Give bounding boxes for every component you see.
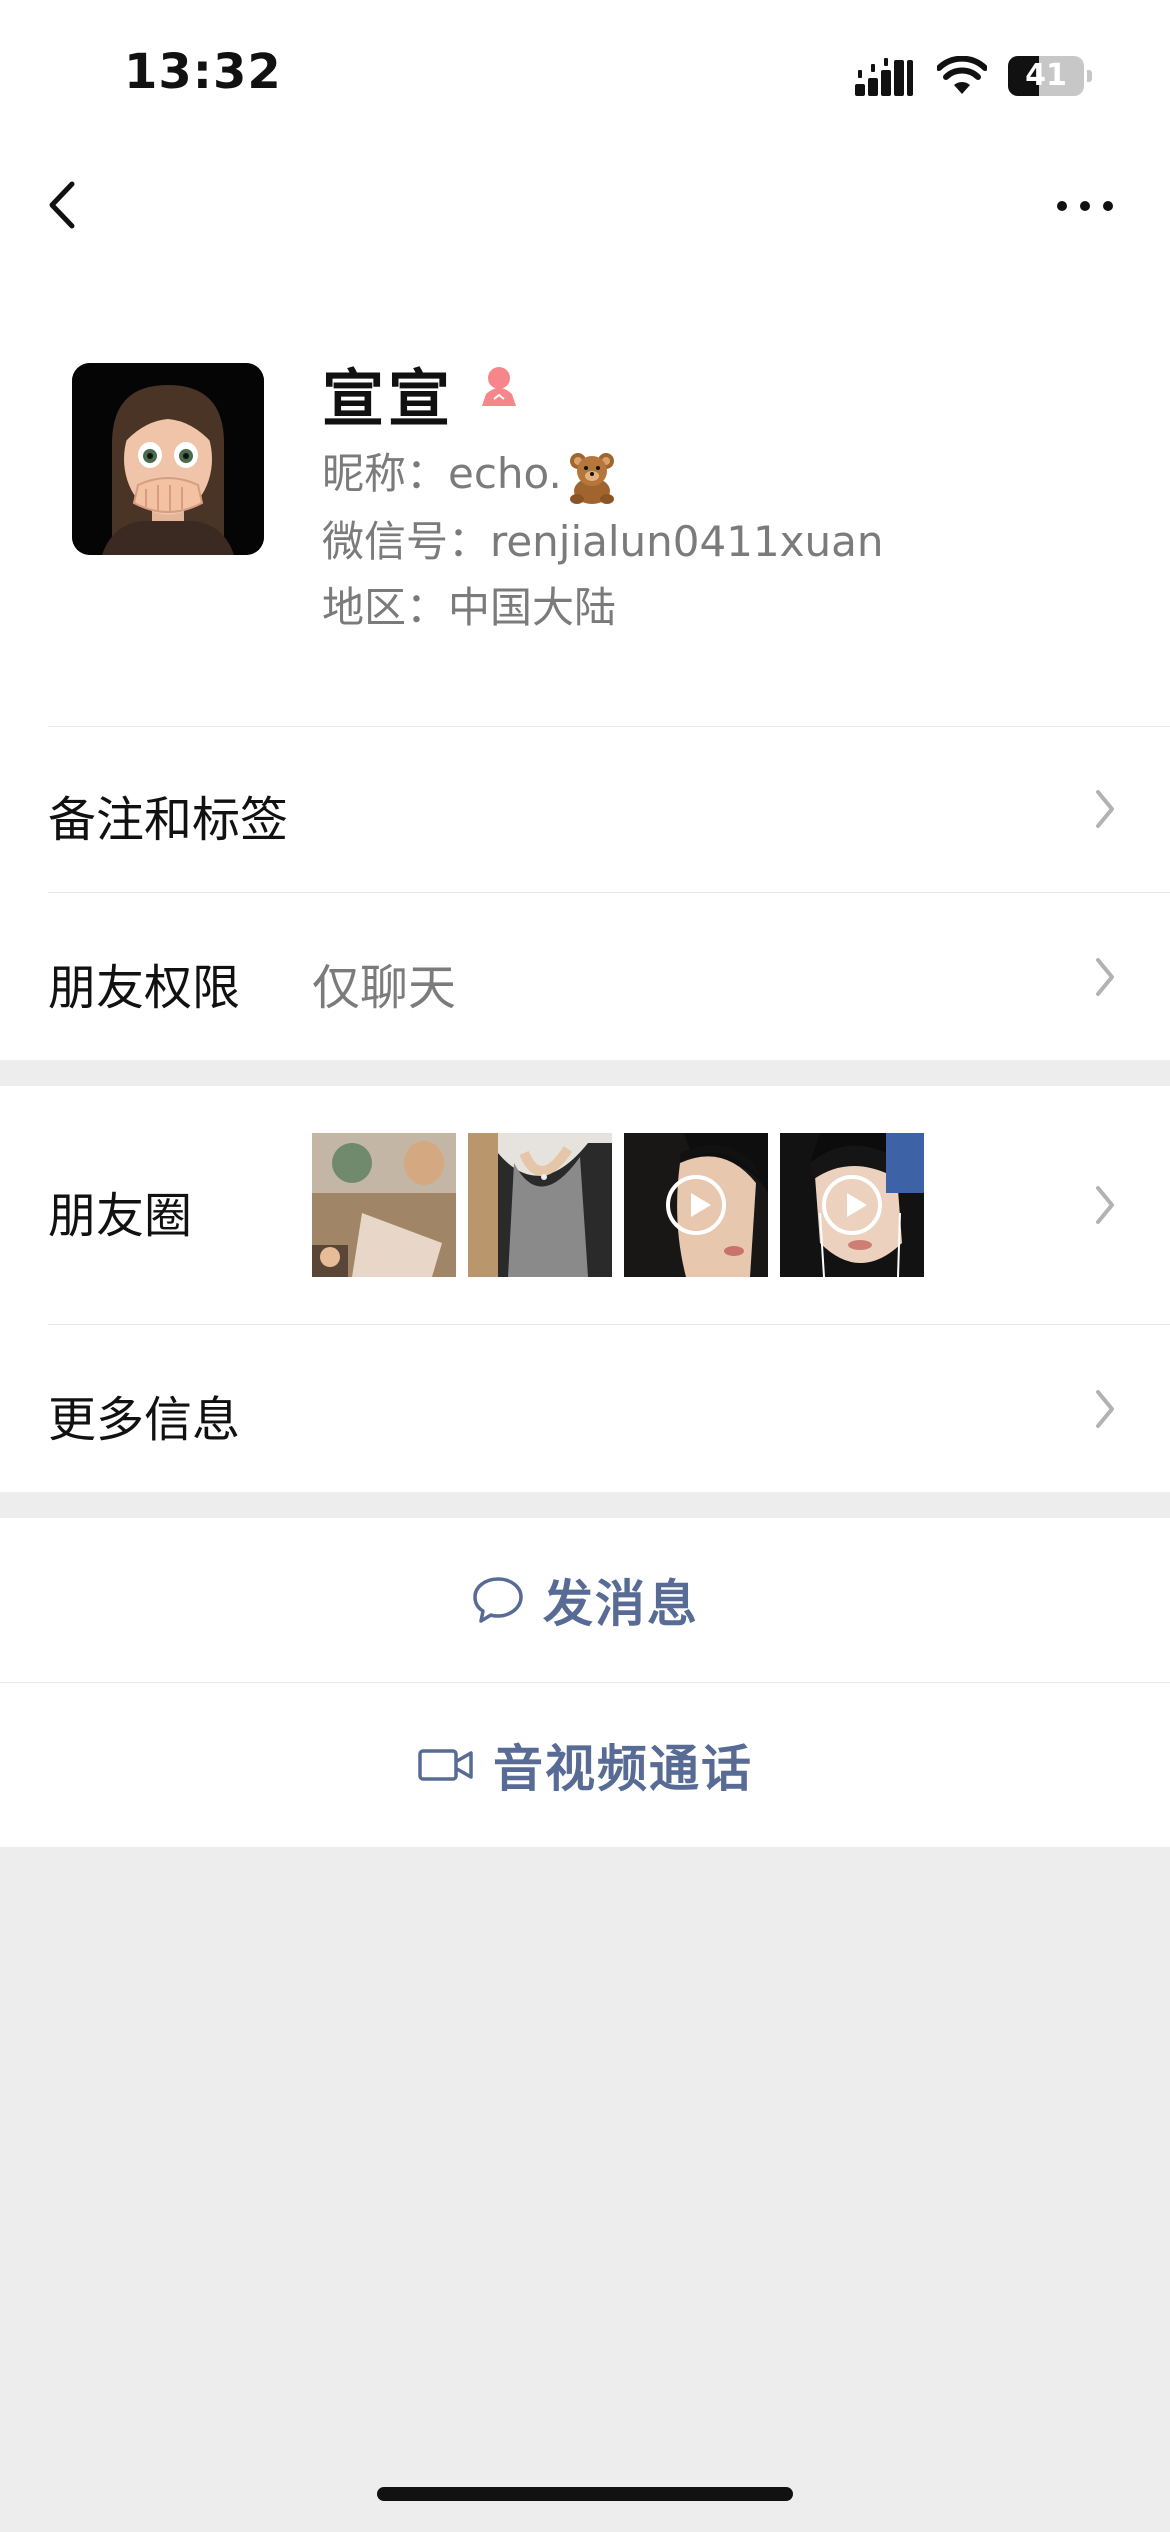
moments-video-thumbnail[interactable] [624, 1133, 768, 1277]
divider [48, 892, 1170, 893]
send-message-button[interactable]: 发消息 [0, 1518, 1170, 1682]
profile-region: 地区：中国大陆 [322, 583, 617, 632]
cellular-signal-icon [855, 58, 913, 96]
moments-thumbnail[interactable] [468, 1133, 612, 1277]
teddy-bear-icon [569, 452, 614, 504]
divider [48, 1324, 1170, 1325]
home-indicator[interactable] [377, 2487, 793, 2501]
video-call-button[interactable]: 音视频通话 [0, 1683, 1170, 1847]
chevron-right-icon [1096, 790, 1114, 828]
moments-thumbnail[interactable] [312, 1133, 456, 1277]
memoji-avatar-image [72, 363, 264, 555]
profile-wechat-id: 微信号：renjialun0411xuan [322, 517, 884, 566]
divider [48, 726, 1170, 727]
profile-name: 宣宣 [322, 362, 455, 435]
chevron-right-icon [1096, 1390, 1114, 1428]
status-time: 13:32 [124, 44, 282, 100]
row-friend-permission[interactable]: 朋友权限 [48, 948, 240, 1018]
row-moments[interactable]: 朋友圈 [48, 1176, 192, 1246]
moments-video-thumbnail[interactable] [780, 1133, 924, 1277]
female-icon [482, 367, 516, 406]
chat-bubble-icon [473, 1577, 523, 1623]
play-icon [822, 1175, 882, 1235]
chevron-right-icon [1096, 1186, 1114, 1224]
more-options-icon[interactable] [1050, 186, 1120, 226]
friend-permission-value: 仅聊天 [312, 960, 457, 1016]
avatar[interactable] [72, 363, 264, 555]
section-gap [0, 1060, 1170, 1086]
back-chevron-icon[interactable] [40, 170, 90, 240]
chevron-right-icon [1096, 958, 1114, 996]
battery-indicator: 41 [1008, 56, 1092, 96]
profile-nickname: 昵称：echo. [322, 440, 620, 505]
wifi-icon [937, 56, 987, 94]
battery-percent: 41 [1025, 58, 1067, 93]
video-camera-icon [418, 1749, 473, 1781]
row-remarks-and-tags[interactable]: 备注和标签 [48, 780, 288, 850]
play-icon [666, 1175, 726, 1235]
row-more-info[interactable]: 更多信息 [48, 1380, 240, 1450]
